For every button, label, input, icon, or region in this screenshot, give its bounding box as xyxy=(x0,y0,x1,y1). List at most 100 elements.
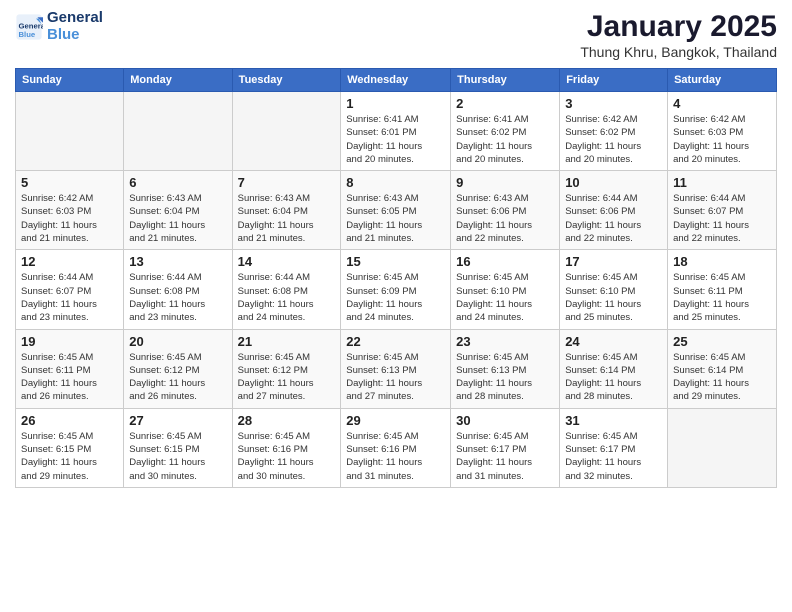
day-number: 15 xyxy=(346,254,445,269)
day-info: Sunrise: 6:42 AM Sunset: 6:02 PM Dayligh… xyxy=(565,113,662,166)
day-number: 9 xyxy=(456,175,554,190)
day-info: Sunrise: 6:45 AM Sunset: 6:16 PM Dayligh… xyxy=(346,430,445,483)
day-number: 11 xyxy=(673,175,771,190)
day-info: Sunrise: 6:44 AM Sunset: 6:07 PM Dayligh… xyxy=(21,271,118,324)
calendar-cell: 16 Sunrise: 6:45 AM Sunset: 6:10 PM Dayli… xyxy=(451,250,560,329)
day-info: Sunrise: 6:44 AM Sunset: 6:07 PM Dayligh… xyxy=(673,192,771,245)
calendar-cell: 29 Sunrise: 6:45 AM Sunset: 6:16 PM Dayli… xyxy=(341,408,451,487)
calendar-cell: 12 Sunrise: 6:44 AM Sunset: 6:07 PM Dayli… xyxy=(16,250,124,329)
day-number: 2 xyxy=(456,96,554,111)
calendar-table: SundayMondayTuesdayWednesdayThursdayFrid… xyxy=(15,68,777,488)
calendar-cell xyxy=(668,408,777,487)
day-info: Sunrise: 6:45 AM Sunset: 6:13 PM Dayligh… xyxy=(346,351,445,404)
calendar-cell: 25 Sunrise: 6:45 AM Sunset: 6:14 PM Dayli… xyxy=(668,329,777,408)
calendar-cell: 23 Sunrise: 6:45 AM Sunset: 6:13 PM Dayli… xyxy=(451,329,560,408)
day-number: 18 xyxy=(673,254,771,269)
calendar-cell: 10 Sunrise: 6:44 AM Sunset: 6:06 PM Dayli… xyxy=(560,171,668,250)
calendar-cell: 4Sunrise: 6:42 AM Sunset: 6:03 PM Daylig… xyxy=(668,92,777,171)
calendar-cell: 5 Sunrise: 6:42 AM Sunset: 6:03 PM Daylig… xyxy=(16,171,124,250)
day-number: 30 xyxy=(456,413,554,428)
calendar-cell: 1Sunrise: 6:41 AM Sunset: 6:01 PM Daylig… xyxy=(341,92,451,171)
calendar-cell: 20Sunrise: 6:45 AM Sunset: 6:12 PM Dayli… xyxy=(124,329,232,408)
calendar-cell: 7Sunrise: 6:43 AM Sunset: 6:04 PM Daylig… xyxy=(232,171,341,250)
calendar-cell: 22 Sunrise: 6:45 AM Sunset: 6:13 PM Dayli… xyxy=(341,329,451,408)
day-info: Sunrise: 6:45 AM Sunset: 6:14 PM Dayligh… xyxy=(673,351,771,404)
day-number: 22 xyxy=(346,334,445,349)
day-info: Sunrise: 6:45 AM Sunset: 6:13 PM Dayligh… xyxy=(456,351,554,404)
day-number: 23 xyxy=(456,334,554,349)
calendar-cell: 30 Sunrise: 6:45 AM Sunset: 6:17 PM Dayli… xyxy=(451,408,560,487)
day-number: 19 xyxy=(21,334,118,349)
day-info: Sunrise: 6:45 AM Sunset: 6:09 PM Dayligh… xyxy=(346,271,445,324)
day-info: Sunrise: 6:45 AM Sunset: 6:12 PM Dayligh… xyxy=(238,351,336,404)
day-number: 14 xyxy=(238,254,336,269)
day-info: Sunrise: 6:41 AM Sunset: 6:02 PM Dayligh… xyxy=(456,113,554,166)
day-number: 29 xyxy=(346,413,445,428)
calendar-cell: 2 Sunrise: 6:41 AM Sunset: 6:02 PM Daylig… xyxy=(451,92,560,171)
calendar-cell xyxy=(124,92,232,171)
day-number: 27 xyxy=(129,413,226,428)
day-info: Sunrise: 6:43 AM Sunset: 6:05 PM Dayligh… xyxy=(346,192,445,245)
col-header-saturday: Saturday xyxy=(668,69,777,92)
day-info: Sunrise: 6:45 AM Sunset: 6:17 PM Dayligh… xyxy=(456,430,554,483)
day-number: 10 xyxy=(565,175,662,190)
day-info: Sunrise: 6:45 AM Sunset: 6:17 PM Dayligh… xyxy=(565,430,662,483)
day-number: 12 xyxy=(21,254,118,269)
day-number: 26 xyxy=(21,413,118,428)
calendar-cell: 9 Sunrise: 6:43 AM Sunset: 6:06 PM Daylig… xyxy=(451,171,560,250)
logo-general: General xyxy=(47,10,103,27)
logo-icon: General Blue xyxy=(15,13,43,41)
calendar-cell: 28 Sunrise: 6:45 AM Sunset: 6:16 PM Dayli… xyxy=(232,408,341,487)
calendar-week-3: 19 Sunrise: 6:45 AM Sunset: 6:11 PM Dayli… xyxy=(16,329,777,408)
main-title: January 2025 xyxy=(580,10,777,44)
calendar-cell: 27Sunrise: 6:45 AM Sunset: 6:15 PM Dayli… xyxy=(124,408,232,487)
day-info: Sunrise: 6:45 AM Sunset: 6:10 PM Dayligh… xyxy=(456,271,554,324)
day-info: Sunrise: 6:44 AM Sunset: 6:08 PM Dayligh… xyxy=(238,271,336,324)
day-info: Sunrise: 6:44 AM Sunset: 6:06 PM Dayligh… xyxy=(565,192,662,245)
day-number: 31 xyxy=(565,413,662,428)
calendar-cell: 18Sunrise: 6:45 AM Sunset: 6:11 PM Dayli… xyxy=(668,250,777,329)
day-number: 13 xyxy=(129,254,226,269)
calendar-cell: 8 Sunrise: 6:43 AM Sunset: 6:05 PM Daylig… xyxy=(341,171,451,250)
calendar-cell: 19 Sunrise: 6:45 AM Sunset: 6:11 PM Dayli… xyxy=(16,329,124,408)
day-number: 5 xyxy=(21,175,118,190)
day-number: 7 xyxy=(238,175,336,190)
calendar-cell: 24 Sunrise: 6:45 AM Sunset: 6:14 PM Dayli… xyxy=(560,329,668,408)
header: General Blue General Blue January 2025 T… xyxy=(15,10,777,60)
day-number: 3 xyxy=(565,96,662,111)
day-info: Sunrise: 6:43 AM Sunset: 6:06 PM Dayligh… xyxy=(456,192,554,245)
day-info: Sunrise: 6:41 AM Sunset: 6:01 PM Dayligh… xyxy=(346,113,445,166)
calendar-week-1: 5 Sunrise: 6:42 AM Sunset: 6:03 PM Daylig… xyxy=(16,171,777,250)
calendar-cell: 3 Sunrise: 6:42 AM Sunset: 6:02 PM Daylig… xyxy=(560,92,668,171)
day-number: 4 xyxy=(673,96,771,111)
day-info: Sunrise: 6:45 AM Sunset: 6:14 PM Dayligh… xyxy=(565,351,662,404)
col-header-tuesday: Tuesday xyxy=(232,69,341,92)
day-number: 25 xyxy=(673,334,771,349)
day-info: Sunrise: 6:45 AM Sunset: 6:10 PM Dayligh… xyxy=(565,271,662,324)
calendar-cell: 14 Sunrise: 6:44 AM Sunset: 6:08 PM Dayli… xyxy=(232,250,341,329)
day-number: 8 xyxy=(346,175,445,190)
calendar-cell: 26 Sunrise: 6:45 AM Sunset: 6:15 PM Dayli… xyxy=(16,408,124,487)
day-number: 28 xyxy=(238,413,336,428)
calendar-cell: 11 Sunrise: 6:44 AM Sunset: 6:07 PM Dayli… xyxy=(668,171,777,250)
day-info: Sunrise: 6:43 AM Sunset: 6:04 PM Dayligh… xyxy=(129,192,226,245)
svg-text:General: General xyxy=(19,21,44,30)
subtitle: Thung Khru, Bangkok, Thailand xyxy=(580,44,777,60)
day-info: Sunrise: 6:44 AM Sunset: 6:08 PM Dayligh… xyxy=(129,271,226,324)
calendar-cell xyxy=(232,92,341,171)
col-header-monday: Monday xyxy=(124,69,232,92)
day-info: Sunrise: 6:42 AM Sunset: 6:03 PM Dayligh… xyxy=(21,192,118,245)
day-info: Sunrise: 6:45 AM Sunset: 6:11 PM Dayligh… xyxy=(21,351,118,404)
svg-text:Blue: Blue xyxy=(19,29,36,38)
day-number: 16 xyxy=(456,254,554,269)
calendar-cell: 17Sunrise: 6:45 AM Sunset: 6:10 PM Dayli… xyxy=(560,250,668,329)
day-info: Sunrise: 6:45 AM Sunset: 6:15 PM Dayligh… xyxy=(21,430,118,483)
calendar-week-4: 26 Sunrise: 6:45 AM Sunset: 6:15 PM Dayli… xyxy=(16,408,777,487)
day-number: 24 xyxy=(565,334,662,349)
calendar-header-row: SundayMondayTuesdayWednesdayThursdayFrid… xyxy=(16,69,777,92)
logo: General Blue General Blue xyxy=(15,10,103,43)
day-number: 6 xyxy=(129,175,226,190)
calendar-cell xyxy=(16,92,124,171)
day-info: Sunrise: 6:45 AM Sunset: 6:16 PM Dayligh… xyxy=(238,430,336,483)
calendar-week-2: 12 Sunrise: 6:44 AM Sunset: 6:07 PM Dayli… xyxy=(16,250,777,329)
